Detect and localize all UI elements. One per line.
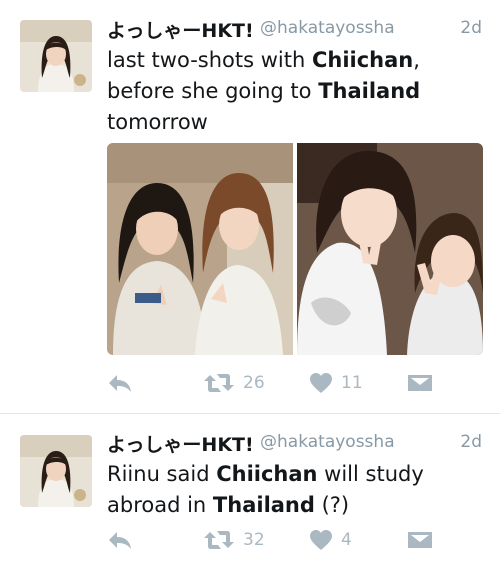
tweet-text-segment: Riinu said (107, 462, 217, 486)
reply-button[interactable] (107, 372, 133, 394)
tweet-header: よっしゃーHKT! @hakatayossha 2d (107, 16, 482, 42)
direct-message-icon (408, 375, 432, 391)
tweet-header: よっしゃーHKT! @hakatayossha 2d (107, 430, 482, 456)
hashtag-keyword: Chiichan (216, 462, 318, 486)
user-handle[interactable]: @hakatayossha (260, 18, 395, 38)
retweet-count: 26 (243, 373, 265, 393)
reply-icon (109, 532, 131, 549)
media-photo-2[interactable] (297, 143, 483, 355)
heart-icon (310, 530, 332, 550)
heart-icon (310, 373, 332, 393)
display-name[interactable]: よっしゃーHKT! (107, 16, 254, 43)
retweet-button[interactable]: 32 (203, 529, 265, 551)
tweet-text-segment: (?) (314, 493, 350, 517)
tweet-text-segment: last two-shots with (107, 48, 312, 72)
tweet[interactable]: よっしゃーHKT! @hakatayossha 2d last two-shot… (0, 0, 500, 413)
media-grid[interactable] (107, 143, 483, 355)
hashtag-keyword: Thailand (212, 493, 315, 517)
tweet[interactable]: よっしゃーHKT! @hakatayossha 2d Riinu said Ch… (0, 414, 500, 569)
like-count: 4 (341, 530, 352, 550)
retweet-icon (204, 374, 234, 392)
tweet-actions: 32 4 (107, 529, 447, 555)
tweet-actions: 26 11 (107, 372, 447, 398)
user-handle[interactable]: @hakatayossha (260, 432, 395, 452)
avatar[interactable] (20, 435, 92, 507)
like-button[interactable]: 4 (309, 529, 352, 551)
retweet-count: 32 (243, 530, 265, 550)
reply-icon (109, 375, 131, 392)
avatar-photo (20, 435, 92, 507)
avatar[interactable] (20, 20, 92, 92)
photo-image (107, 143, 293, 355)
tweet-text-segment: will study (317, 462, 424, 486)
direct-message-button[interactable] (407, 372, 433, 394)
timestamp[interactable]: 2d (460, 18, 482, 38)
media-photo-1[interactable] (107, 143, 293, 355)
like-count: 11 (341, 373, 363, 393)
avatar-photo (20, 20, 92, 92)
direct-message-icon (408, 532, 432, 548)
reply-button[interactable] (107, 529, 133, 551)
direct-message-button[interactable] (407, 529, 433, 551)
tweet-text-segment: tomorrow (107, 110, 208, 134)
photo-image (297, 143, 483, 355)
timestamp[interactable]: 2d (460, 432, 482, 452)
retweet-icon (204, 531, 234, 549)
tweet-text: Riinu said Chiichan will study abroad in … (107, 459, 487, 521)
hashtag-keyword: Thailand (318, 79, 421, 103)
display-name[interactable]: よっしゃーHKT! (107, 430, 254, 457)
tweet-text-segment: abroad in (107, 493, 213, 517)
tweet-text-segment: , (413, 48, 420, 72)
tweet-text-segment: before she going to (107, 79, 319, 103)
like-button[interactable]: 11 (309, 372, 363, 394)
hashtag-keyword: Chiichan (311, 48, 414, 72)
retweet-button[interactable]: 26 (203, 372, 265, 394)
tweet-text: last two-shots with Chiichan, before she … (107, 45, 487, 138)
